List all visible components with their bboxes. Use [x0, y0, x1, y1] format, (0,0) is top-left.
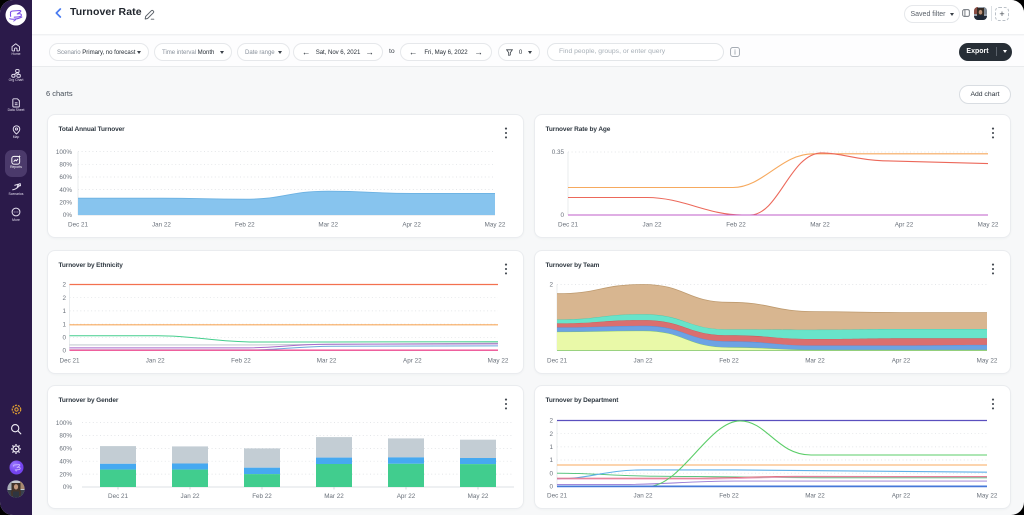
- svg-text:40%: 40%: [59, 458, 72, 465]
- svg-text:Jan 22: Jan 22: [643, 222, 662, 229]
- svg-text:100%: 100%: [56, 149, 73, 156]
- svg-text:1: 1: [549, 457, 553, 464]
- svg-text:40%: 40%: [59, 187, 72, 194]
- svg-text:2: 2: [549, 431, 553, 438]
- svg-text:20%: 20%: [59, 471, 72, 478]
- svg-text:May 22: May 22: [977, 493, 998, 500]
- svg-text:2: 2: [549, 282, 553, 289]
- svg-text:0: 0: [62, 335, 66, 342]
- svg-text:0: 0: [549, 484, 553, 491]
- svg-text:0%: 0%: [63, 484, 73, 491]
- svg-text:1: 1: [62, 308, 66, 315]
- svg-text:Jan 22: Jan 22: [634, 358, 653, 365]
- svg-text:0: 0: [560, 212, 564, 219]
- svg-text:2: 2: [62, 295, 66, 302]
- svg-text:May 22: May 22: [978, 222, 999, 229]
- svg-text:0.35: 0.35: [552, 149, 565, 156]
- svg-text:Dec 21: Dec 21: [60, 358, 80, 365]
- svg-text:Jan 22: Jan 22: [181, 493, 200, 500]
- svg-text:0: 0: [62, 348, 66, 355]
- svg-text:Apr 22: Apr 22: [892, 358, 911, 365]
- svg-text:60%: 60%: [59, 174, 72, 181]
- svg-text:Feb 22: Feb 22: [231, 358, 251, 365]
- svg-text:Jan 22: Jan 22: [146, 358, 165, 365]
- svg-text:Apr 22: Apr 22: [892, 493, 911, 500]
- svg-text:80%: 80%: [59, 433, 72, 440]
- svg-text:Mar 22: Mar 22: [317, 358, 337, 365]
- svg-text:0: 0: [549, 470, 553, 477]
- svg-text:Dec 21: Dec 21: [547, 358, 567, 365]
- svg-text:May 22: May 22: [485, 222, 506, 229]
- svg-text:2: 2: [62, 282, 66, 289]
- svg-text:Mar 22: Mar 22: [810, 222, 830, 229]
- svg-text:Mar 22: Mar 22: [805, 358, 825, 365]
- svg-text:60%: 60%: [59, 446, 72, 453]
- svg-text:Feb 22: Feb 22: [719, 493, 739, 500]
- svg-text:May 22: May 22: [468, 493, 489, 500]
- svg-text:Dec 21: Dec 21: [547, 493, 567, 500]
- svg-text:2: 2: [549, 418, 553, 425]
- svg-text:Mar 22: Mar 22: [324, 493, 344, 500]
- svg-text:Dec 21: Dec 21: [68, 222, 88, 229]
- svg-text:Feb 22: Feb 22: [719, 358, 739, 365]
- svg-text:Feb 22: Feb 22: [252, 493, 272, 500]
- svg-text:Feb 22: Feb 22: [726, 222, 746, 229]
- svg-text:Apr 22: Apr 22: [402, 222, 421, 229]
- svg-text:May 22: May 22: [977, 358, 998, 365]
- svg-text:Feb 22: Feb 22: [235, 222, 255, 229]
- svg-text:Apr 22: Apr 22: [895, 222, 914, 229]
- svg-text:Apr 22: Apr 22: [397, 493, 416, 500]
- svg-text:Apr 22: Apr 22: [403, 358, 422, 365]
- svg-text:1: 1: [549, 444, 553, 451]
- svg-text:May 22: May 22: [488, 358, 509, 365]
- svg-text:100%: 100%: [56, 420, 73, 427]
- svg-text:Dec 21: Dec 21: [108, 493, 128, 500]
- svg-text:Jan 22: Jan 22: [634, 493, 653, 500]
- svg-text:Dec 21: Dec 21: [558, 222, 578, 229]
- svg-text:Mar 22: Mar 22: [805, 493, 825, 500]
- svg-text:20%: 20%: [59, 200, 72, 207]
- svg-text:1: 1: [62, 321, 66, 328]
- svg-text:80%: 80%: [59, 162, 72, 169]
- svg-text:0%: 0%: [63, 212, 73, 219]
- svg-text:Mar 22: Mar 22: [318, 222, 338, 229]
- svg-text:Jan 22: Jan 22: [152, 222, 171, 229]
